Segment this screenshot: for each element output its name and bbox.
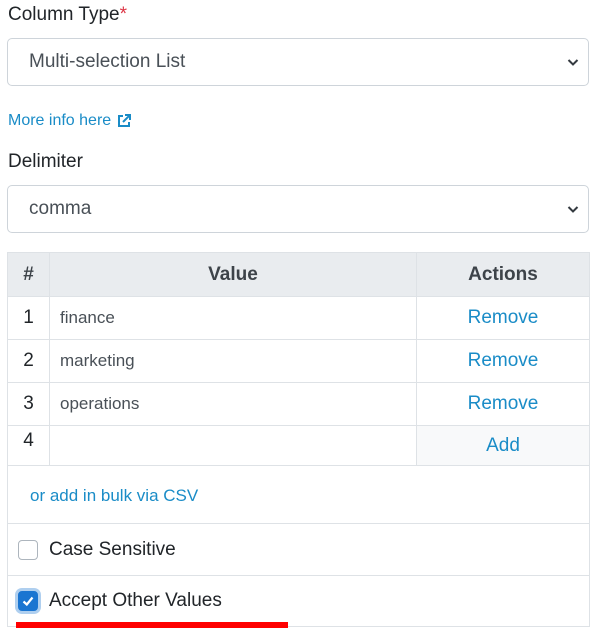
row-number: 1 bbox=[7, 296, 50, 340]
delimiter-label: Delimiter bbox=[8, 151, 83, 172]
header-value: Value bbox=[49, 252, 417, 297]
case-sensitive-label: Case Sensitive bbox=[49, 539, 176, 560]
table-row: 2 marketing Remove bbox=[7, 339, 590, 383]
row-value[interactable]: operations bbox=[49, 382, 417, 426]
chevron-down-icon bbox=[567, 59, 579, 66]
table-row: 1 finance Remove bbox=[7, 296, 590, 340]
header-num: # bbox=[7, 252, 50, 297]
values-table: # Value Actions 1 finance Remove 2 marke… bbox=[7, 252, 590, 466]
row-number: 4 bbox=[7, 425, 50, 466]
highlight-underline bbox=[16, 622, 288, 628]
required-mark: * bbox=[119, 4, 128, 25]
table-row: 3 operations Remove bbox=[7, 382, 590, 426]
more-info-label: More info here bbox=[8, 112, 112, 129]
checkmark-icon bbox=[22, 596, 34, 607]
column-type-select[interactable]: Multi-selection List bbox=[7, 38, 589, 86]
column-type-value: Multi-selection List bbox=[29, 51, 186, 72]
external-link-icon bbox=[118, 114, 132, 127]
remove-button[interactable]: Remove bbox=[416, 296, 590, 340]
accept-other-values-option[interactable]: Accept Other Values bbox=[18, 590, 222, 612]
new-value-row: 4 Add bbox=[7, 425, 590, 466]
add-button[interactable]: Add bbox=[416, 425, 590, 466]
chevron-down-icon bbox=[567, 206, 579, 213]
divider bbox=[8, 523, 589, 524]
column-type-label-text: Column Type bbox=[8, 4, 120, 25]
row-value[interactable]: finance bbox=[49, 296, 417, 340]
row-number: 2 bbox=[7, 339, 50, 383]
options-panel: or add in bulk via CSV Case Sensitive Ac… bbox=[7, 465, 590, 627]
bulk-csv-link[interactable]: or add in bulk via CSV bbox=[30, 486, 198, 506]
table-header-row: # Value Actions bbox=[7, 252, 590, 297]
remove-button[interactable]: Remove bbox=[416, 382, 590, 426]
new-value-input[interactable] bbox=[49, 425, 417, 466]
delimiter-value: comma bbox=[29, 198, 92, 219]
more-info-link[interactable]: More info here bbox=[8, 112, 132, 130]
accept-other-values-checkbox[interactable] bbox=[18, 591, 38, 611]
delimiter-select[interactable]: comma bbox=[7, 185, 589, 233]
case-sensitive-option[interactable]: Case Sensitive bbox=[18, 539, 176, 561]
case-sensitive-checkbox[interactable] bbox=[18, 540, 38, 560]
header-actions: Actions bbox=[416, 252, 590, 297]
remove-button[interactable]: Remove bbox=[416, 339, 590, 383]
row-value[interactable]: marketing bbox=[49, 339, 417, 383]
accept-other-values-label: Accept Other Values bbox=[49, 590, 222, 611]
divider bbox=[8, 575, 589, 576]
row-number: 3 bbox=[7, 382, 50, 426]
column-type-label: Column Type* bbox=[8, 4, 127, 26]
